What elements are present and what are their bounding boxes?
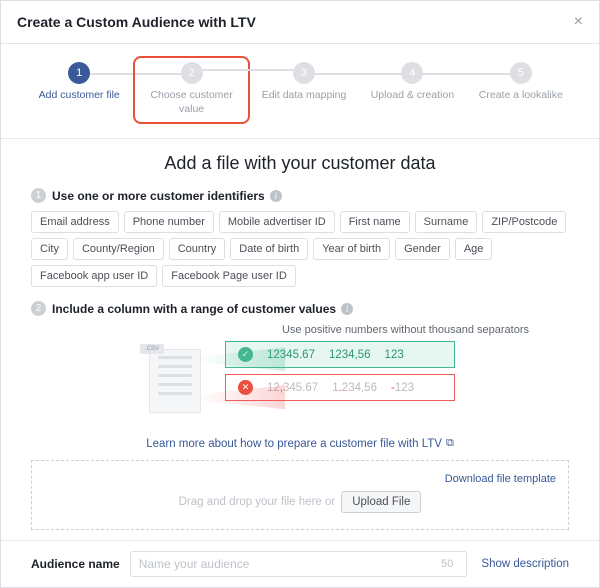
section-identifiers: 1 Use one or more customer identifiers i [31, 188, 569, 203]
tag-first-name[interactable]: First name [340, 211, 410, 233]
audience-name-input[interactable] [130, 551, 467, 577]
modal-title: Create a Custom Audience with LTV [17, 14, 256, 30]
good-value: 1234,56 [329, 349, 371, 361]
step-number: 4 [401, 62, 423, 84]
upload-file-button[interactable]: Upload File [341, 491, 421, 513]
dropzone-text: Drag and drop your file here or [179, 496, 336, 508]
csv-illustration: .CSV [145, 341, 225, 429]
step-create-lookalike[interactable]: 5 Create a lookalike [467, 62, 575, 124]
tag-mobile-advertiser-id[interactable]: Mobile advertiser ID [219, 211, 335, 233]
page-heading: Add a file with your customer data [31, 153, 569, 174]
step-number: 1 [68, 62, 90, 84]
step-label: Upload & creation [371, 89, 454, 103]
tag-zip[interactable]: ZIP/Postcode [482, 211, 566, 233]
step-number: 2 [181, 62, 203, 84]
tag-country[interactable]: Country [169, 238, 226, 260]
info-icon[interactable]: i [270, 190, 282, 202]
tag-surname[interactable]: Surname [415, 211, 478, 233]
info-icon[interactable]: i [341, 303, 353, 315]
bad-value: 1.234,56 [332, 382, 377, 394]
tag-age[interactable]: Age [455, 238, 493, 260]
step-number: 3 [293, 62, 315, 84]
step-label: Edit data mapping [262, 89, 347, 103]
step-label: Create a lookalike [479, 89, 563, 103]
tag-fb-app-user-id[interactable]: Facebook app user ID [31, 265, 157, 287]
section-title: Use one or more customer identifiers [52, 189, 265, 203]
footer: Audience name 50 Show description [1, 540, 599, 587]
tag-email[interactable]: Email address [31, 211, 119, 233]
good-value: 123 [385, 349, 404, 361]
modal-header: Create a Custom Audience with LTV × [1, 1, 599, 44]
section-values: 2 Include a column with a range of custo… [31, 301, 569, 316]
section-title: Include a column with a range of custome… [52, 302, 336, 316]
step-add-customer-file[interactable]: 1 Add customer file [25, 62, 133, 124]
tag-fb-page-user-id[interactable]: Facebook Page user ID [162, 265, 296, 287]
show-description-link[interactable]: Show description [481, 558, 569, 570]
tag-yob[interactable]: Year of birth [313, 238, 390, 260]
tag-county[interactable]: County/Region [73, 238, 164, 260]
step-label: Choose customer value [147, 89, 237, 116]
example-area: .CSV ✓ 12345.67 1234,56 123 ✕ 12,345.67 … [31, 341, 569, 429]
step-upload-creation[interactable]: 4 Upload & creation [358, 62, 466, 124]
learn-more-link[interactable]: Learn more about how to prepare a custom… [31, 437, 569, 450]
section-number-badge: 2 [31, 301, 46, 316]
tag-dob[interactable]: Date of birth [230, 238, 308, 260]
tag-phone[interactable]: Phone number [124, 211, 214, 233]
char-limit: 50 [441, 558, 453, 570]
identifier-tags: Email address Phone number Mobile advert… [31, 211, 569, 287]
step-edit-data-mapping[interactable]: 3 Edit data mapping [250, 62, 358, 124]
close-icon[interactable]: × [574, 13, 583, 31]
csv-tab: .CSV [140, 344, 164, 354]
bad-value: -123 [391, 382, 414, 394]
external-link-icon: ⧉ [446, 437, 454, 450]
download-template-link[interactable]: Download file template [44, 473, 556, 485]
step-choose-customer-value[interactable]: 2 Choose customer value [133, 56, 249, 124]
values-hint: Use positive numbers without thousand se… [31, 324, 569, 336]
section-number-badge: 1 [31, 188, 46, 203]
audience-name-label: Audience name [31, 557, 120, 571]
step-label: Add customer file [39, 89, 120, 103]
tag-city[interactable]: City [31, 238, 68, 260]
step-number: 5 [510, 62, 532, 84]
file-dropzone[interactable]: Download file template Drag and drop you… [31, 460, 569, 530]
tag-gender[interactable]: Gender [395, 238, 450, 260]
stepper: 1 Add customer file 2 Choose customer va… [1, 44, 599, 139]
